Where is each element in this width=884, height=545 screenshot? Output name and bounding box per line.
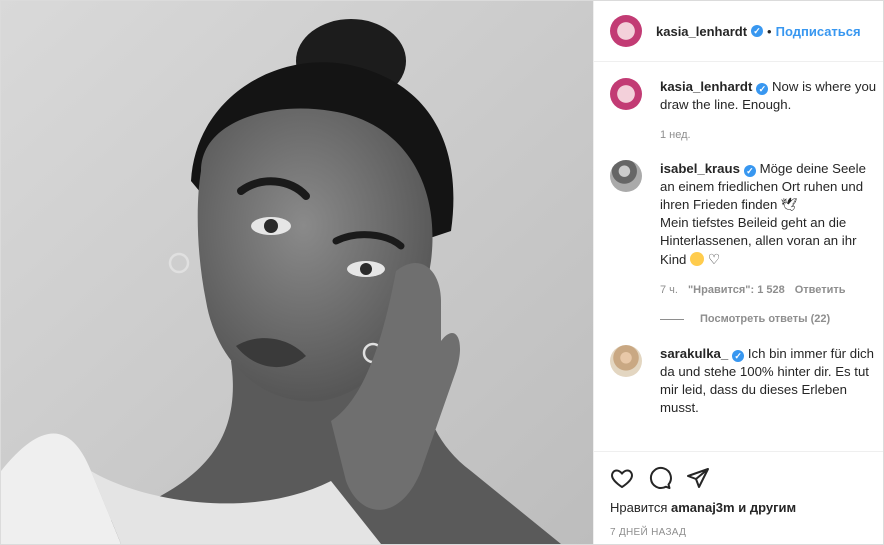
commenter-avatar[interactable] bbox=[610, 345, 642, 377]
likes-user-link[interactable]: amanaj3m bbox=[671, 500, 735, 515]
comment-icon[interactable] bbox=[648, 466, 672, 490]
view-replies-label: Посмотреть ответы (22) bbox=[700, 313, 831, 325]
comments-list[interactable]: kasia_lenhardt ✓ Now is where you draw th… bbox=[594, 62, 883, 451]
post-date[interactable]: 7 ДНЕЙ НАЗАД bbox=[610, 527, 867, 538]
comment-username[interactable]: sarakulka_ bbox=[660, 346, 728, 361]
likes-prefix: Нравится bbox=[610, 500, 668, 515]
post-photo[interactable] bbox=[1, 1, 593, 544]
post-footer: Нравится amanaj3m и другим 7 ДНЕЙ НАЗАД bbox=[594, 451, 883, 544]
share-icon[interactable] bbox=[686, 466, 710, 490]
comment-likes[interactable]: "Нравится": 1 528 bbox=[688, 281, 785, 299]
likes-others-link[interactable]: и другим bbox=[738, 500, 796, 515]
action-bar bbox=[610, 458, 867, 498]
comment-item: isabel_kraus ✓ Möge deine Seele an einem … bbox=[610, 160, 883, 299]
caption-age[interactable]: 1 нед. bbox=[660, 126, 691, 144]
comment-username[interactable]: isabel_kraus bbox=[660, 161, 740, 176]
caption-avatar[interactable] bbox=[610, 78, 642, 110]
verified-badge-icon: ✓ bbox=[756, 83, 769, 95]
author-username[interactable]: kasia_lenhardt bbox=[656, 24, 747, 39]
heart-icon[interactable] bbox=[610, 466, 634, 490]
caption-username[interactable]: kasia_lenhardt bbox=[660, 79, 752, 94]
comment-age[interactable]: 7 ч. bbox=[660, 281, 678, 299]
separator-dot: • bbox=[767, 23, 772, 39]
portrait-image bbox=[1, 1, 593, 544]
sad-face-emoji-icon bbox=[690, 252, 705, 266]
reply-button[interactable]: Ответить bbox=[795, 281, 846, 299]
likes-summary: Нравится amanaj3m и другим bbox=[610, 500, 867, 515]
comment-item: sarakulka_ ✓ Ich bin immer für dich da un… bbox=[610, 345, 883, 417]
post-side-panel: kasia_lenhardt ✓ • Подписаться kasia_len… bbox=[593, 1, 883, 544]
commenter-avatar[interactable] bbox=[610, 160, 642, 192]
verified-badge-icon: ✓ bbox=[732, 350, 745, 362]
post-header: kasia_lenhardt ✓ • Подписаться bbox=[594, 1, 883, 62]
post-modal: kasia_lenhardt ✓ • Подписаться kasia_len… bbox=[0, 0, 884, 545]
author-avatar[interactable] bbox=[610, 15, 642, 47]
verified-badge-icon: ✓ bbox=[743, 165, 756, 177]
replies-divider bbox=[660, 318, 684, 320]
view-replies-button[interactable]: Посмотреть ответы (22) bbox=[660, 313, 883, 325]
caption: kasia_lenhardt ✓ Now is where you draw th… bbox=[610, 78, 883, 144]
verified-badge-icon: ✓ bbox=[751, 25, 764, 37]
heart-emoji-icon: ♡ bbox=[707, 251, 721, 267]
follow-button[interactable]: Подписаться bbox=[776, 24, 861, 39]
